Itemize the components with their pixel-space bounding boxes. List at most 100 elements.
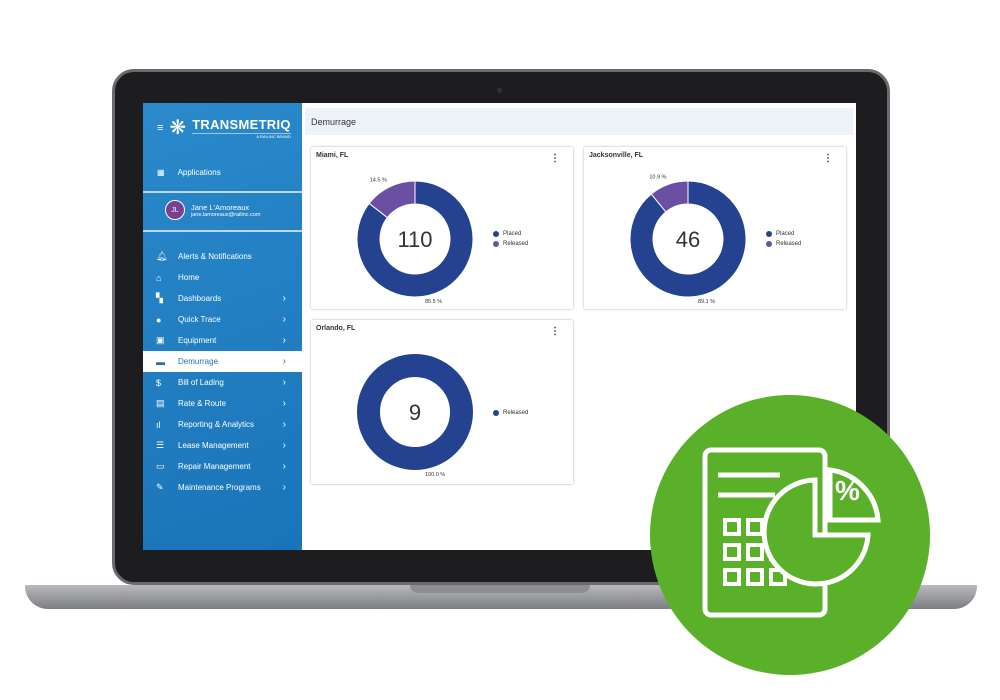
sidebar: ≡ ❋ TRANSMETRIQ A RAILINC BRAND ▦ Applic… [143, 103, 302, 550]
sidebar-item-rate-route[interactable]: ▤ Rate & Route › [143, 393, 302, 414]
sidebar-item-dashboards[interactable]: ▚ Dashboards › [143, 288, 302, 309]
legend-label: Placed [776, 231, 795, 237]
divider [143, 230, 302, 232]
sidebar-item-label: Equipment [178, 336, 217, 345]
page-header: Demurrage [305, 108, 853, 135]
sidebar-item-home[interactable]: ⌂ Home [143, 267, 302, 288]
sidebar-item-label: Demurrage [178, 357, 219, 366]
sidebar-item-reporting-analytics[interactable]: ıl Reporting & Analytics › [143, 414, 302, 435]
map-pin-icon: ● [156, 314, 162, 325]
sidebar-item-label: Reporting & Analytics [178, 420, 255, 429]
slice-label: 85.5 % [425, 299, 442, 305]
dollar-icon: $ [156, 377, 162, 388]
chevron-right-icon: › [282, 314, 286, 325]
legend-dot [493, 231, 499, 237]
sidebar-menu: 🔔︎ Alerts & Notifications ⌂ Home ▚ Dashboards… [143, 246, 302, 498]
svg-text:%: % [835, 475, 860, 506]
money-icon: ▤ [156, 398, 165, 408]
bell-icon: 🔔︎ [156, 251, 168, 261]
chart-card-orlando: Orlando, FL ⋮ 100.0 % 9 Released [311, 320, 573, 484]
brand-sub: A RAILINC BRAND [192, 132, 291, 139]
avatar: JL [165, 200, 185, 220]
slice-label: 10.9 % [649, 175, 666, 181]
railcar-icon: ▬ [156, 356, 165, 367]
sidebar-item-label: Lease Management [178, 441, 249, 450]
divider [143, 191, 302, 193]
slice-label: 14.5 % [370, 178, 387, 184]
legend-label: Placed [503, 231, 522, 237]
dashboard-icon: ▚ [156, 293, 163, 303]
chevron-right-icon: › [282, 419, 286, 430]
legend-item[interactable]: Released [493, 408, 528, 418]
chevron-right-icon: › [282, 482, 286, 493]
chevron-right-icon: › [282, 461, 286, 472]
user-name: Jane L'Amoreaux [191, 202, 250, 212]
sidebar-item-equipment[interactable]: ▣ Equipment › [143, 330, 302, 351]
sidebar-item-label: Rate & Route [178, 399, 227, 408]
sidebar-item-label: Quick Trace [178, 315, 221, 324]
legend-dot [493, 410, 499, 416]
legend-dot [766, 241, 772, 247]
donut-total: 46 [676, 227, 700, 252]
shop-icon: ▭ [156, 461, 165, 471]
legend-item[interactable]: Placed [493, 229, 528, 239]
donut-total: 9 [409, 400, 421, 425]
chart-legend: Released [493, 408, 528, 418]
sidebar-item-repair-management[interactable]: ▭ Repair Management › [143, 456, 302, 477]
donut-chart: 89.1 % 10.9 % 46 [629, 175, 747, 305]
hamburger-menu-icon[interactable]: ≡ [157, 122, 163, 134]
chart-card-miami: Miami, FL ⋮ 85.5 % 14.5 % 110 Placed Released [311, 147, 573, 309]
sidebar-item-label: Bill of Lading [178, 378, 224, 387]
chevron-right-icon: › [282, 440, 286, 451]
sidebar-item-alerts-notifications[interactable]: 🔔︎ Alerts & Notifications [143, 246, 302, 267]
chart-legend: Placed Released [493, 229, 528, 249]
legend-item[interactable]: Released [493, 239, 528, 249]
chevron-right-icon: › [282, 398, 286, 409]
sidebar-item-label: Repair Management [178, 462, 251, 471]
applications-link[interactable]: ▦ Applications [157, 168, 221, 177]
camera [497, 88, 502, 93]
sidebar-item-label: Home [178, 273, 200, 282]
snowflake-logo-icon: ❋ [169, 117, 187, 139]
slice-label: 89.1 % [698, 299, 715, 305]
calculator-pie-badge: % [650, 395, 930, 675]
legend-label: Released [503, 241, 529, 247]
chevron-right-icon: › [282, 377, 286, 388]
sidebar-item-maintenance-programs[interactable]: ✎ Maintenance Programs › [143, 477, 302, 498]
chevron-right-icon: › [282, 335, 286, 346]
sidebar-item-label: Alerts & Notifications [178, 252, 252, 261]
legend-dot [493, 241, 499, 247]
donut-chart: 100.0 % 9 [357, 354, 473, 478]
donut-total: 110 [397, 227, 432, 252]
chevron-right-icon: › [282, 356, 286, 367]
user-email: jane.lamoreaux@railinc.com [191, 211, 261, 218]
calculator-percent-icon: % [702, 447, 881, 618]
train-icon: ▣ [156, 335, 165, 345]
sidebar-item-label: Maintenance Programs [178, 483, 261, 492]
list-icon: ☰ [156, 440, 165, 450]
applications-label: Applications [177, 168, 221, 177]
sidebar-item-bill-of-lading[interactable]: $ Bill of Lading › [143, 372, 302, 393]
user-profile[interactable]: JL Jane L'Amoreaux jane.lamoreaux@railin… [165, 200, 260, 220]
sidebar-item-quick-trace[interactable]: ● Quick Trace › [143, 309, 302, 330]
grid-icon: ▦ [157, 168, 165, 177]
legend-item[interactable]: Released [766, 239, 801, 249]
legend-item[interactable]: Placed [766, 229, 801, 239]
wrench-icon: ✎ [156, 482, 164, 492]
chevron-right-icon: › [282, 293, 286, 304]
donut-chart: 85.5 % 14.5 % 110 [356, 178, 474, 305]
sidebar-item-label: Dashboards [178, 294, 222, 303]
chart-legend: Placed Released [766, 229, 801, 249]
laptop-notch [410, 585, 590, 593]
page-title: Demurrage [311, 117, 357, 127]
home-icon: ⌂ [156, 272, 162, 283]
sidebar-item-demurrage[interactable]: ▬ Demurrage › [143, 351, 302, 372]
bar-chart-icon: ıl [156, 419, 161, 430]
brand-name: TRANSMETRIQ [192, 116, 291, 132]
sidebar-item-lease-management[interactable]: ☰ Lease Management › [143, 435, 302, 456]
chart-card-jacksonville: Jacksonville, FL ⋮ 89.1 % 10.9 % 46 Placed Rel… [584, 147, 846, 309]
logo: ≡ ❋ TRANSMETRIQ A RAILINC BRAND [157, 115, 291, 140]
slice-label: 100.0 % [425, 472, 445, 478]
legend-label: Released [776, 241, 802, 247]
legend-dot [766, 231, 772, 237]
